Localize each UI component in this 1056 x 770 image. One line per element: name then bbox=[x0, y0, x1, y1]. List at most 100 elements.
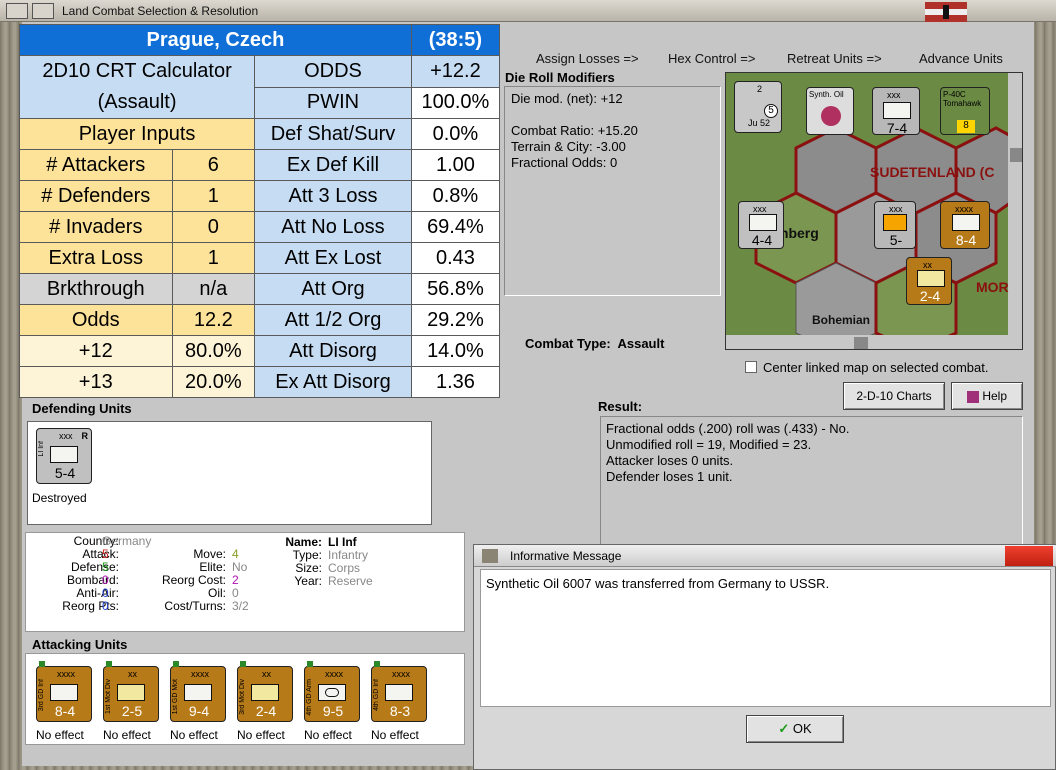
input-label: # Defenders bbox=[19, 180, 173, 212]
info-value: Reserve bbox=[328, 574, 373, 588]
stat-label: Ex Def Kill bbox=[254, 149, 412, 181]
input-label: Odds bbox=[19, 304, 173, 336]
unit-size: xxxx bbox=[392, 669, 410, 679]
window-title: Land Combat Selection & Resolution bbox=[62, 4, 259, 18]
attacking-unit-counter[interactable]: xxxx 1st GD Mot 9-4 bbox=[170, 661, 226, 722]
stat-value: 69.4% bbox=[410, 211, 501, 243]
retreat-units-link[interactable]: Retreat Units => bbox=[787, 51, 882, 66]
unit-value: 7-4 bbox=[886, 120, 908, 136]
stat-value: 100.0% bbox=[410, 86, 501, 119]
stat-label: Att Org bbox=[254, 273, 412, 305]
die-line: Combat Ratio: +15.20 bbox=[511, 123, 638, 138]
attacking-unit-counter[interactable]: xx 3rd Mot Div 2-4 bbox=[237, 661, 293, 722]
air-unit-counter[interactable]: P-40C Tomahawk 4 8 bbox=[940, 87, 990, 135]
unit-name: P-40C Tomahawk bbox=[943, 90, 982, 108]
combat-fire-icon bbox=[883, 214, 907, 231]
advance-units-link[interactable]: Advance Units bbox=[919, 51, 1003, 66]
motorized-icon bbox=[184, 684, 212, 701]
checkmark-icon: ✓ bbox=[778, 721, 790, 736]
unit-size: xx bbox=[262, 669, 271, 679]
system-menu-button[interactable] bbox=[6, 3, 28, 19]
center-linked-checkbox[interactable] bbox=[745, 361, 757, 373]
hex-map[interactable]: SUDETENLAND (C mberg Bohemian MOR 2 Ju 5… bbox=[725, 72, 1023, 350]
message-text: Synthetic Oil 6007 was transferred from … bbox=[480, 569, 1051, 707]
unit-counter[interactable]: xxx 4-4 bbox=[738, 201, 784, 249]
hex-control-link[interactable]: Hex Control => bbox=[668, 51, 755, 66]
air-unit-counter[interactable]: 2 Ju 52 5 bbox=[734, 81, 782, 133]
info-label: Cost/Turns: bbox=[164, 599, 226, 613]
calc-subtitle: (Assault) bbox=[97, 91, 177, 113]
die-line bbox=[511, 107, 714, 123]
infantry-icon bbox=[952, 214, 980, 231]
input-value[interactable]: 1 bbox=[171, 180, 256, 212]
unit-counter[interactable]: xx 2-4 bbox=[906, 257, 952, 305]
result-box: Fractional odds (.200) roll was (.433) -… bbox=[600, 416, 1023, 546]
unit-value: 9-4 bbox=[188, 703, 210, 719]
infantry-icon bbox=[385, 684, 413, 701]
message-title-bar[interactable]: Informative Message bbox=[474, 545, 1056, 567]
synth-oil-counter[interactable]: Synth. Oil bbox=[806, 87, 854, 135]
defending-unit-counter[interactable]: xxx R LI Inf 5-4 bbox=[36, 428, 92, 484]
unit-status: No effect bbox=[103, 728, 151, 742]
stat-value: 0.0% bbox=[410, 118, 501, 150]
result-line: Unmodified roll = 19, Modified = 23. bbox=[606, 437, 812, 452]
defending-units-title: Defending Units bbox=[32, 401, 132, 416]
info-label: Reorg Pts: bbox=[62, 599, 119, 613]
infantry-icon bbox=[883, 102, 911, 119]
stat-value: 1.00 bbox=[410, 149, 501, 181]
result-title: Result: bbox=[598, 399, 643, 414]
unit-counter[interactable]: xxx 5- bbox=[874, 201, 916, 249]
input-value[interactable]: 1 bbox=[171, 242, 256, 274]
unit-name: Ju 52 bbox=[747, 118, 771, 128]
stat-label: Att Ex Lost bbox=[254, 242, 412, 274]
center-linked-label: Center linked map on selected combat. bbox=[763, 360, 989, 375]
message-close-button[interactable] bbox=[1005, 546, 1053, 566]
unit-value: 4-4 bbox=[751, 232, 773, 248]
location-name: Prague, Czech bbox=[19, 24, 412, 56]
unit-size: xxxx bbox=[955, 204, 973, 214]
ready-indicator bbox=[240, 661, 246, 667]
attacking-unit-counter[interactable]: xxxx 4th GD Inf 8-3 bbox=[371, 661, 427, 722]
message-title: Informative Message bbox=[510, 549, 622, 563]
charts-button[interactable]: 2-D-10 Charts bbox=[843, 382, 945, 410]
motorized-icon bbox=[251, 684, 279, 701]
attacking-units-title: Attacking Units bbox=[32, 637, 128, 652]
input-value[interactable]: 0 bbox=[171, 211, 256, 243]
input-value[interactable]: 6 bbox=[171, 149, 256, 181]
info-value: 0 bbox=[102, 599, 109, 613]
ok-button[interactable]: ✓ OK bbox=[746, 715, 844, 743]
combat-type-label: Combat Type: bbox=[525, 336, 611, 351]
attacking-unit-counter[interactable]: xxxx 3rd GD Inf 8-4 bbox=[36, 661, 92, 722]
unit-value: 5-4 bbox=[54, 465, 76, 481]
result-line: Fractional odds (.200) roll was (.433) -… bbox=[606, 421, 850, 436]
unit-value: 8-3 bbox=[389, 703, 411, 719]
unit-status: No effect bbox=[237, 728, 285, 742]
attacking-unit-counter[interactable]: xx 1st Mot Div 2-5 bbox=[103, 661, 159, 722]
unit-counter[interactable]: xxx 7-4 bbox=[872, 87, 920, 136]
stat-value: 14.0% bbox=[410, 335, 501, 367]
attacking-unit-counter[interactable]: xxxx 4th GD Arm 9-5 bbox=[304, 661, 360, 722]
stat-label: PWIN bbox=[254, 86, 412, 119]
title-bar[interactable]: Land Combat Selection & Resolution bbox=[0, 0, 1056, 22]
help-label: Help bbox=[982, 389, 1008, 403]
stat-value: 0.8% bbox=[410, 180, 501, 212]
die-line: Die mod. (net): +12 bbox=[511, 91, 623, 106]
unit-size: xxxx bbox=[57, 669, 75, 679]
help-button[interactable]: Help bbox=[951, 382, 1023, 410]
input-label: # Attackers bbox=[19, 149, 173, 181]
unit-counter[interactable]: xxxx 8-4 bbox=[940, 201, 990, 249]
stat-value: 29.2% bbox=[410, 304, 501, 336]
unit-size: 2 bbox=[757, 84, 763, 94]
die-roll-title: Die Roll Modifiers bbox=[505, 70, 615, 85]
help-book-icon bbox=[966, 390, 979, 403]
input-value: 12.2 bbox=[171, 304, 256, 336]
stat-label: Def Shat/Surv bbox=[254, 118, 412, 150]
assign-losses-link[interactable]: Assign Losses => bbox=[536, 51, 639, 66]
result-line: Attacker loses 0 units. bbox=[606, 453, 734, 468]
unit-value: 2-4 bbox=[255, 703, 277, 719]
input-label: +13 bbox=[19, 366, 173, 398]
infantry-icon bbox=[749, 214, 777, 231]
stat-value: 56.8% bbox=[410, 273, 501, 305]
minimize-button[interactable] bbox=[32, 3, 54, 19]
input-value: 80.0% bbox=[171, 335, 256, 367]
